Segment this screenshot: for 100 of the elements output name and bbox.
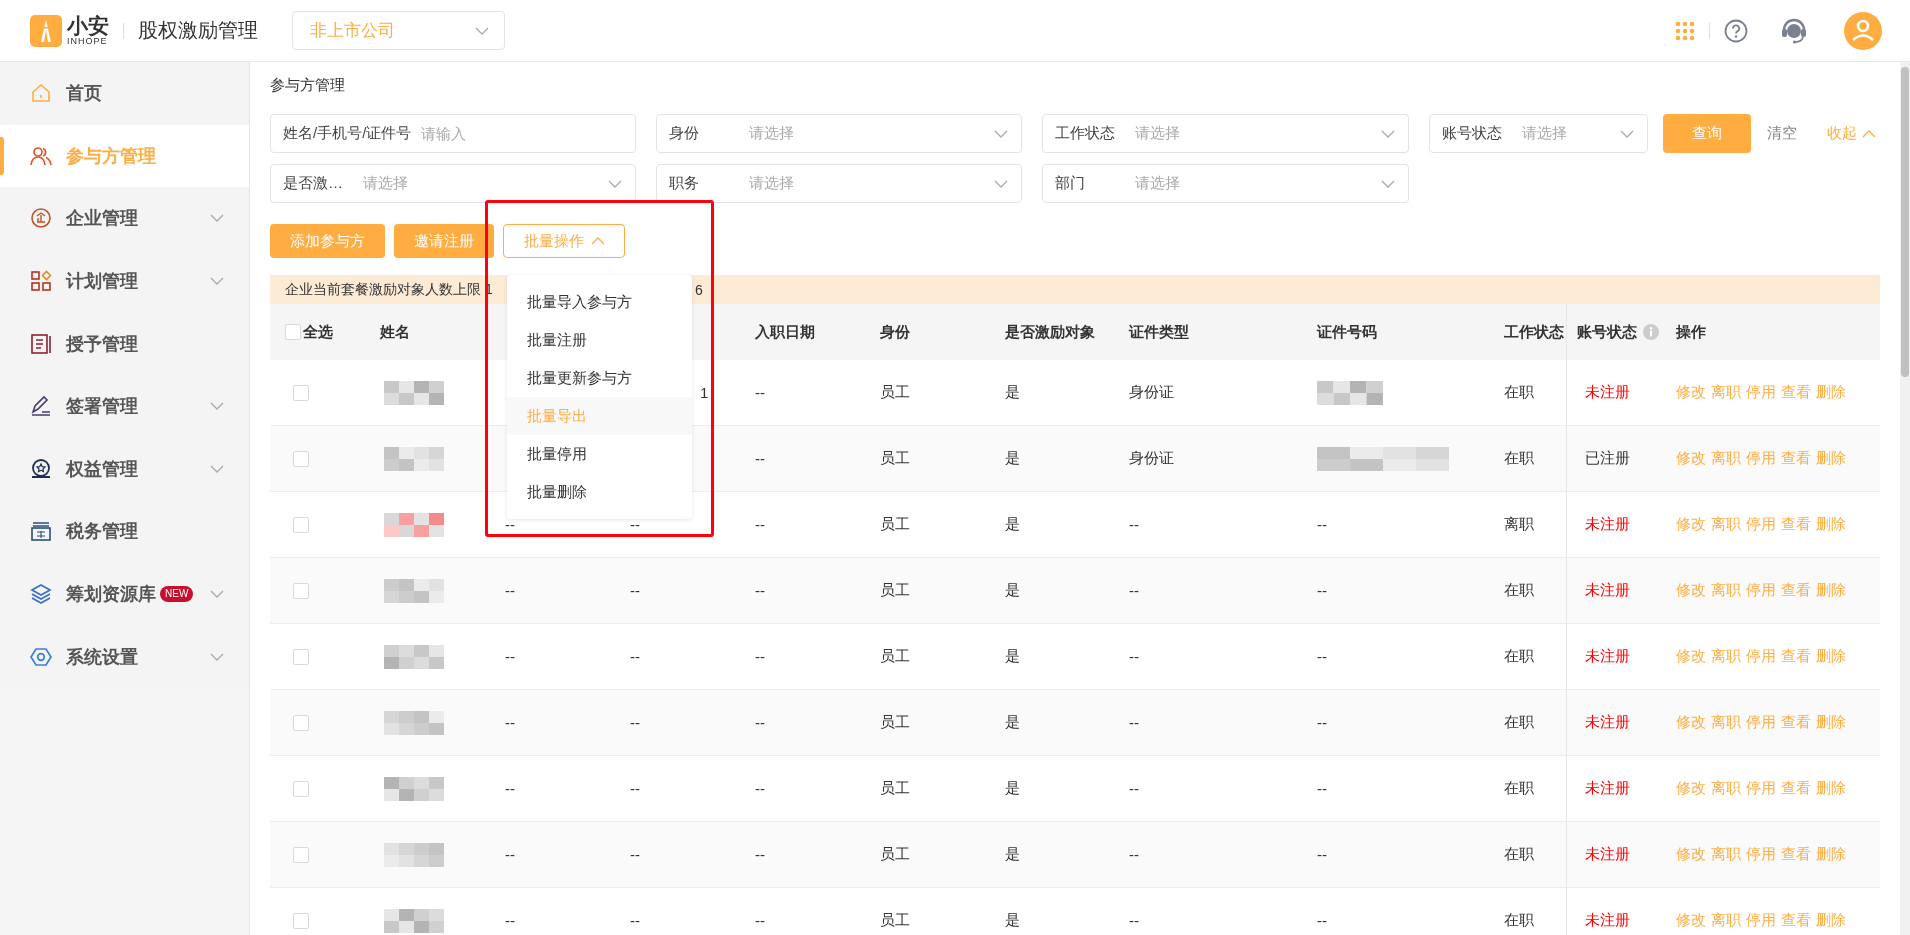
- checkbox[interactable]: [293, 780, 309, 797]
- sidebar-item[interactable]: 企业管理: [0, 187, 249, 250]
- checkbox[interactable]: [293, 450, 309, 467]
- company-select[interactable]: 非上市公司: [292, 11, 505, 50]
- action-link[interactable]: 修改: [1676, 515, 1706, 534]
- action-link[interactable]: 离职: [1711, 581, 1741, 600]
- action-link[interactable]: 离职: [1711, 713, 1741, 732]
- select-field[interactable]: 是否激… 请选择: [270, 164, 636, 203]
- table-cell: --: [755, 714, 765, 731]
- clear-link[interactable]: 清空: [1767, 124, 1797, 143]
- action-link[interactable]: 停用: [1746, 449, 1776, 468]
- action-link[interactable]: 修改: [1676, 713, 1706, 732]
- action-link[interactable]: 停用: [1746, 713, 1776, 732]
- action-link[interactable]: 删除: [1816, 647, 1846, 666]
- action-link[interactable]: 离职: [1711, 779, 1741, 798]
- action-link[interactable]: 删除: [1816, 779, 1846, 798]
- collapse-link[interactable]: 收起: [1827, 124, 1877, 143]
- action-link[interactable]: 修改: [1676, 845, 1706, 864]
- menu-item[interactable]: 批量导出: [507, 397, 692, 435]
- help-icon[interactable]: [1724, 18, 1748, 43]
- action-link[interactable]: 停用: [1746, 779, 1776, 798]
- query-button[interactable]: 查询: [1663, 114, 1751, 153]
- action-link[interactable]: 离职: [1711, 383, 1741, 402]
- action-link[interactable]: 停用: [1746, 647, 1776, 666]
- action-link[interactable]: 查看: [1781, 845, 1811, 864]
- sidebar-item[interactable]: 系统设置: [0, 625, 249, 688]
- sidebar-item[interactable]: 签署管理: [0, 374, 249, 438]
- apps-grid-icon[interactable]: [1675, 20, 1695, 41]
- menu-item[interactable]: 批量停用: [507, 435, 692, 473]
- action-link[interactable]: 离职: [1711, 911, 1741, 930]
- action-link[interactable]: 查看: [1781, 779, 1811, 798]
- checkbox[interactable]: [293, 846, 309, 863]
- table-cell: 是: [1005, 515, 1020, 534]
- table-cell: --: [755, 648, 765, 665]
- checkbox[interactable]: [285, 324, 301, 340]
- action-link[interactable]: 离职: [1711, 647, 1741, 666]
- action-link[interactable]: 停用: [1746, 581, 1776, 600]
- toolbar-button[interactable]: 添加参与方: [270, 224, 385, 258]
- action-link[interactable]: 离职: [1711, 845, 1741, 864]
- headset-icon[interactable]: [1780, 16, 1808, 45]
- action-link[interactable]: 停用: [1746, 383, 1776, 402]
- select-field[interactable]: 职务 请选择: [656, 164, 1022, 203]
- account-status: 未注册: [1585, 713, 1630, 732]
- action-link[interactable]: 删除: [1816, 515, 1846, 534]
- menu-item[interactable]: 批量注册: [507, 321, 692, 359]
- action-link[interactable]: 停用: [1746, 911, 1776, 930]
- action-link[interactable]: 删除: [1816, 845, 1846, 864]
- action-link[interactable]: 离职: [1711, 515, 1741, 534]
- action-link[interactable]: 修改: [1676, 779, 1706, 798]
- action-link[interactable]: 停用: [1746, 515, 1776, 534]
- sidebar-item[interactable]: 计划管理: [0, 249, 249, 313]
- table-cell: --: [505, 648, 515, 665]
- action-link[interactable]: 删除: [1816, 911, 1846, 930]
- action-link[interactable]: 修改: [1676, 911, 1706, 930]
- action-link[interactable]: 删除: [1816, 383, 1846, 402]
- sidebar-item[interactable]: 权益管理: [0, 437, 249, 501]
- avatar-icon[interactable]: [1844, 11, 1882, 50]
- select-field[interactable]: 工作状态 请选择: [1042, 114, 1409, 153]
- select-field[interactable]: 部门 请选择: [1042, 164, 1409, 203]
- action-link[interactable]: 删除: [1816, 449, 1846, 468]
- action-link[interactable]: 查看: [1781, 581, 1811, 600]
- info-icon: [1643, 324, 1659, 340]
- action-link[interactable]: 停用: [1746, 845, 1776, 864]
- action-link[interactable]: 修改: [1676, 449, 1706, 468]
- sidebar-item[interactable]: 首页: [0, 62, 249, 125]
- menu-item[interactable]: 批量导入参与方: [507, 283, 692, 321]
- action-link[interactable]: 修改: [1676, 383, 1706, 402]
- checkbox[interactable]: [293, 516, 309, 533]
- action-link[interactable]: 删除: [1816, 713, 1846, 732]
- action-link[interactable]: 查看: [1781, 515, 1811, 534]
- table-cell: 是: [1005, 845, 1020, 864]
- checkbox[interactable]: [293, 582, 309, 599]
- sidebar-item[interactable]: 参与方管理: [0, 124, 249, 188]
- action-link[interactable]: 查看: [1781, 449, 1811, 468]
- action-link[interactable]: 查看: [1781, 713, 1811, 732]
- action-link[interactable]: 查看: [1781, 911, 1811, 930]
- toolbar-button[interactable]: 邀请注册: [394, 224, 494, 258]
- table-cell: 员工: [880, 845, 910, 864]
- batch-button[interactable]: 批量操作: [503, 224, 625, 258]
- scrollbar-thumb[interactable]: [1901, 67, 1909, 377]
- sidebar-item[interactable]: 授予管理: [0, 312, 249, 375]
- menu-item[interactable]: 批量更新参与方: [507, 359, 692, 397]
- checkbox[interactable]: [293, 912, 309, 929]
- action-link[interactable]: 查看: [1781, 383, 1811, 402]
- checkbox[interactable]: [293, 384, 309, 401]
- action-link[interactable]: 查看: [1781, 647, 1811, 666]
- text-input[interactable]: 请输入: [421, 125, 623, 142]
- table-cell: 是: [1005, 779, 1020, 798]
- action-link[interactable]: 修改: [1676, 647, 1706, 666]
- checkbox[interactable]: [293, 714, 309, 731]
- search-field[interactable]: 姓名/手机号/证件号 请输入: [270, 114, 636, 153]
- action-link[interactable]: 修改: [1676, 581, 1706, 600]
- sidebar-item[interactable]: 税务管理: [0, 500, 249, 563]
- menu-item[interactable]: 批量删除: [507, 473, 692, 511]
- action-link[interactable]: 离职: [1711, 449, 1741, 468]
- sidebar-item[interactable]: 筹划资源库 NEW: [0, 562, 249, 626]
- select-field[interactable]: 账号状态 请选择: [1429, 114, 1648, 153]
- checkbox[interactable]: [293, 648, 309, 665]
- action-link[interactable]: 删除: [1816, 581, 1846, 600]
- select-field[interactable]: 身份 请选择: [656, 114, 1022, 153]
